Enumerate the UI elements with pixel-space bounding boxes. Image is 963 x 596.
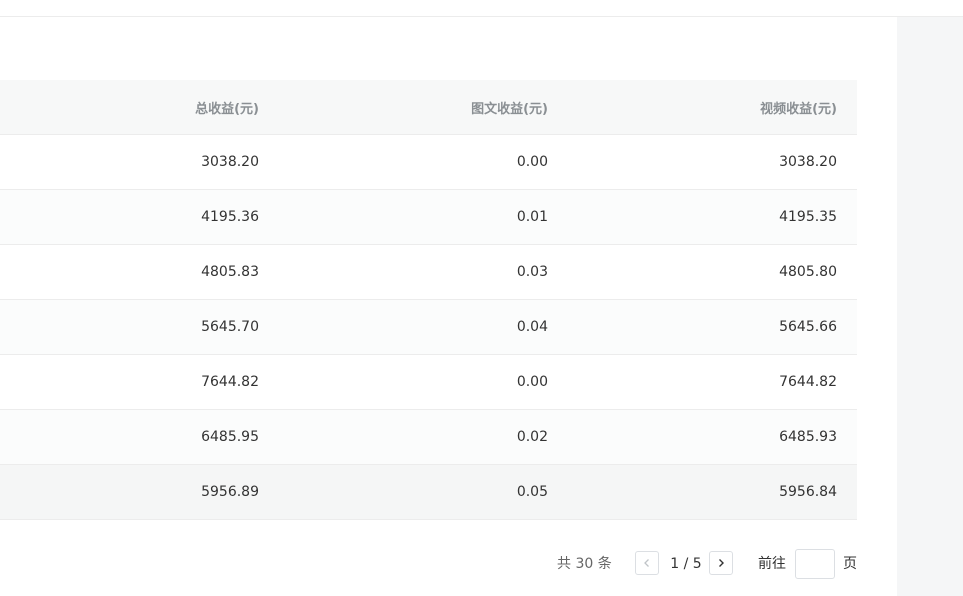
- table-row[interactable]: 4805.83 0.03 4805.80: [0, 245, 857, 300]
- cell-article-earnings: 0.00: [516, 154, 548, 170]
- page-indicator: 1 / 5: [670, 556, 702, 572]
- prev-page-button[interactable]: [635, 551, 659, 575]
- cell-article-earnings: 0.04: [516, 319, 548, 335]
- cell-video-earnings: 5645.66: [779, 319, 837, 335]
- chevron-right-icon: [719, 559, 724, 567]
- table-row[interactable]: 3038.20 0.00 3038.20: [0, 135, 857, 190]
- table-row[interactable]: 5645.70 0.04 5645.66: [0, 300, 857, 355]
- header-video-earnings[interactable]: 视频收益(元): [760, 80, 837, 134]
- cell-article-earnings: 0.01: [516, 209, 548, 225]
- top-bar: [0, 0, 963, 17]
- earnings-table: 总收益(元) 图文收益(元) 视频收益(元) 3038.20 0.00 3038…: [0, 80, 857, 520]
- table-row[interactable]: 4195.36 0.01 4195.35: [0, 190, 857, 245]
- cell-video-earnings: 6485.93: [779, 429, 837, 445]
- table-row[interactable]: 7644.82 0.00 7644.82: [0, 355, 857, 410]
- cell-total-earnings: 4195.36: [201, 209, 259, 225]
- cell-article-earnings: 0.03: [516, 264, 548, 280]
- header-article-earnings[interactable]: 图文收益(元): [471, 80, 548, 134]
- chevron-left-icon: [644, 559, 649, 567]
- total-count: 共 30 条: [557, 556, 612, 572]
- cell-article-earnings: 0.05: [516, 484, 548, 500]
- cell-total-earnings: 6485.95: [201, 429, 259, 445]
- table-row[interactable]: 5956.89 0.05 5956.84: [0, 465, 857, 520]
- cell-article-earnings: 0.00: [516, 374, 548, 390]
- table-header: 总收益(元) 图文收益(元) 视频收益(元): [0, 80, 857, 135]
- goto-page-input[interactable]: [795, 549, 835, 579]
- cell-total-earnings: 7644.82: [201, 374, 259, 390]
- cell-video-earnings: 3038.20: [779, 154, 837, 170]
- cell-total-earnings: 5645.70: [201, 319, 259, 335]
- next-page-button[interactable]: [709, 551, 733, 575]
- cell-video-earnings: 5956.84: [779, 484, 837, 500]
- cell-video-earnings: 4805.80: [779, 264, 837, 280]
- cell-total-earnings: 3038.20: [201, 154, 259, 170]
- cell-article-earnings: 0.02: [516, 429, 548, 445]
- goto-label: 前往: [758, 556, 786, 572]
- cell-total-earnings: 4805.83: [201, 264, 259, 280]
- table-row[interactable]: 6485.95 0.02 6485.93: [0, 410, 857, 465]
- header-total-earnings[interactable]: 总收益(元): [195, 80, 259, 134]
- cell-video-earnings: 4195.35: [779, 209, 837, 225]
- page-unit-label: 页: [843, 556, 857, 572]
- cell-total-earnings: 5956.89: [201, 484, 259, 500]
- cell-video-earnings: 7644.82: [779, 374, 837, 390]
- pagination: 共 30 条 1 / 5 前往 页: [0, 549, 857, 579]
- right-side-panel: [897, 17, 963, 596]
